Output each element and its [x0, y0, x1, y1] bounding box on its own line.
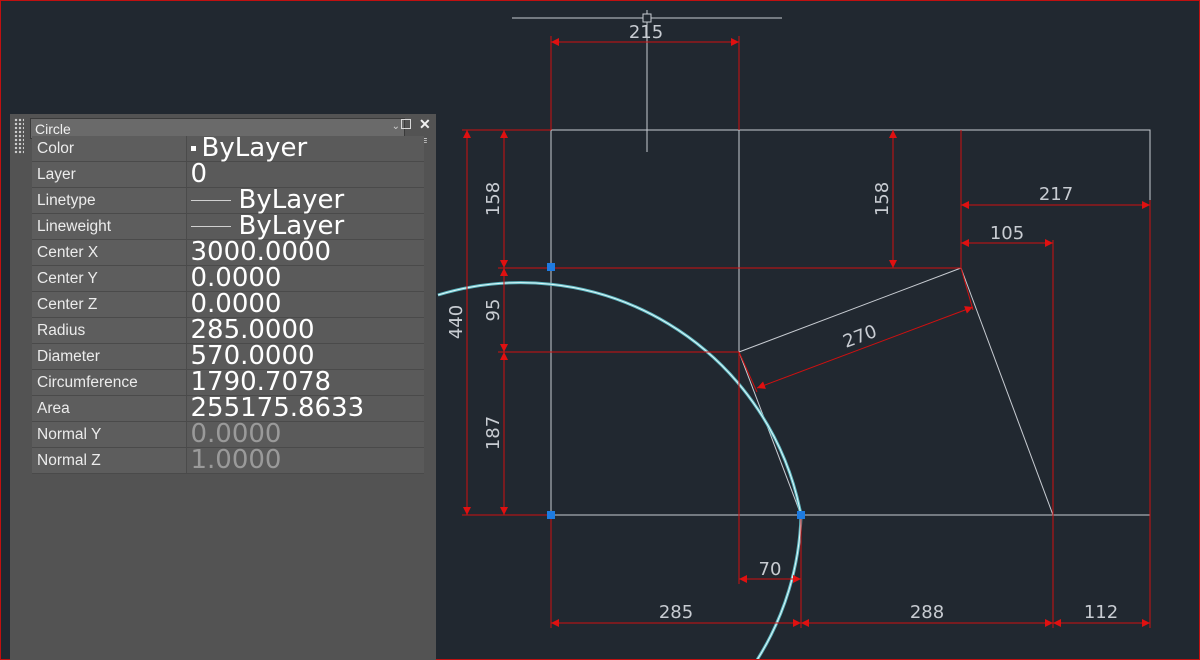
- property-value-text: 1.0000: [190, 445, 282, 475]
- property-name: Center X: [32, 239, 186, 266]
- close-icon[interactable]: ✕: [419, 116, 431, 133]
- object-type-value: Circle: [35, 121, 71, 137]
- property-value[interactable]: 0: [185, 159, 424, 189]
- property-value-text: 0: [190, 159, 208, 189]
- line-sample-icon: [190, 200, 231, 201]
- property-row[interactable]: Lineweight ByLayer: [32, 213, 424, 240]
- chevron-down-icon[interactable]: ⌄: [392, 121, 400, 132]
- property-name: Center Z: [32, 291, 186, 318]
- property-name: Linetype: [32, 187, 186, 214]
- properties-table: Color ByLayer Layer 0 Linetype ByLayer Linewei…: [32, 133, 424, 475]
- property-value[interactable]: 570.0000: [185, 343, 424, 370]
- property-name: Radius: [32, 317, 186, 344]
- property-row[interactable]: Diameter 570.0000: [32, 343, 424, 370]
- property-value: 0.0000: [185, 421, 424, 448]
- property-value: 1.0000: [185, 445, 424, 475]
- properties-palette[interactable]: Circle ⌄ ✕ ≡ Color ByLayer Layer 0 Linetype B…: [10, 114, 436, 660]
- property-name: Normal Z: [32, 447, 186, 474]
- property-value[interactable]: 3000.0000: [185, 239, 424, 266]
- property-name: Area: [32, 395, 186, 422]
- property-name: Circumference: [32, 369, 186, 396]
- property-value[interactable]: 255175.8633: [185, 395, 424, 422]
- property-name: Normal Y: [32, 421, 186, 448]
- property-row[interactable]: Color ByLayer: [32, 133, 424, 163]
- property-value[interactable]: ByLayer: [185, 133, 424, 163]
- property-value[interactable]: ByLayer: [185, 187, 424, 214]
- color-swatch-icon: [190, 146, 196, 151]
- pin-icon[interactable]: [401, 119, 411, 129]
- property-name: Color: [32, 136, 186, 162]
- property-value[interactable]: 1790.7078: [185, 369, 424, 396]
- property-value[interactable]: 0.0000: [185, 291, 424, 318]
- property-name: Lineweight: [32, 213, 186, 240]
- property-row[interactable]: Circumference 1790.7078: [32, 369, 424, 396]
- property-name: Layer: [32, 161, 186, 188]
- property-value[interactable]: ByLayer: [185, 213, 424, 240]
- property-row[interactable]: Center Y 0.0000: [32, 265, 424, 292]
- property-value[interactable]: 0.0000: [185, 265, 424, 292]
- property-row[interactable]: Area 255175.8633: [32, 395, 424, 422]
- property-row[interactable]: Linetype ByLayer: [32, 187, 424, 214]
- property-row[interactable]: Center Z 0.0000: [32, 291, 424, 318]
- property-value[interactable]: 285.0000: [185, 317, 424, 344]
- palette-drag-handle[interactable]: [14, 118, 24, 154]
- property-row[interactable]: Radius 285.0000: [32, 317, 424, 344]
- property-row[interactable]: Layer 0: [32, 159, 424, 189]
- property-name: Center Y: [32, 265, 186, 292]
- property-row[interactable]: Normal Y 0.0000: [32, 421, 424, 448]
- property-row[interactable]: Normal Z 1.0000: [32, 445, 424, 475]
- line-sample-icon: [190, 226, 231, 227]
- property-name: Diameter: [32, 343, 186, 370]
- property-row[interactable]: Center X 3000.0000: [32, 239, 424, 266]
- property-value-text: ByLayer: [201, 133, 308, 163]
